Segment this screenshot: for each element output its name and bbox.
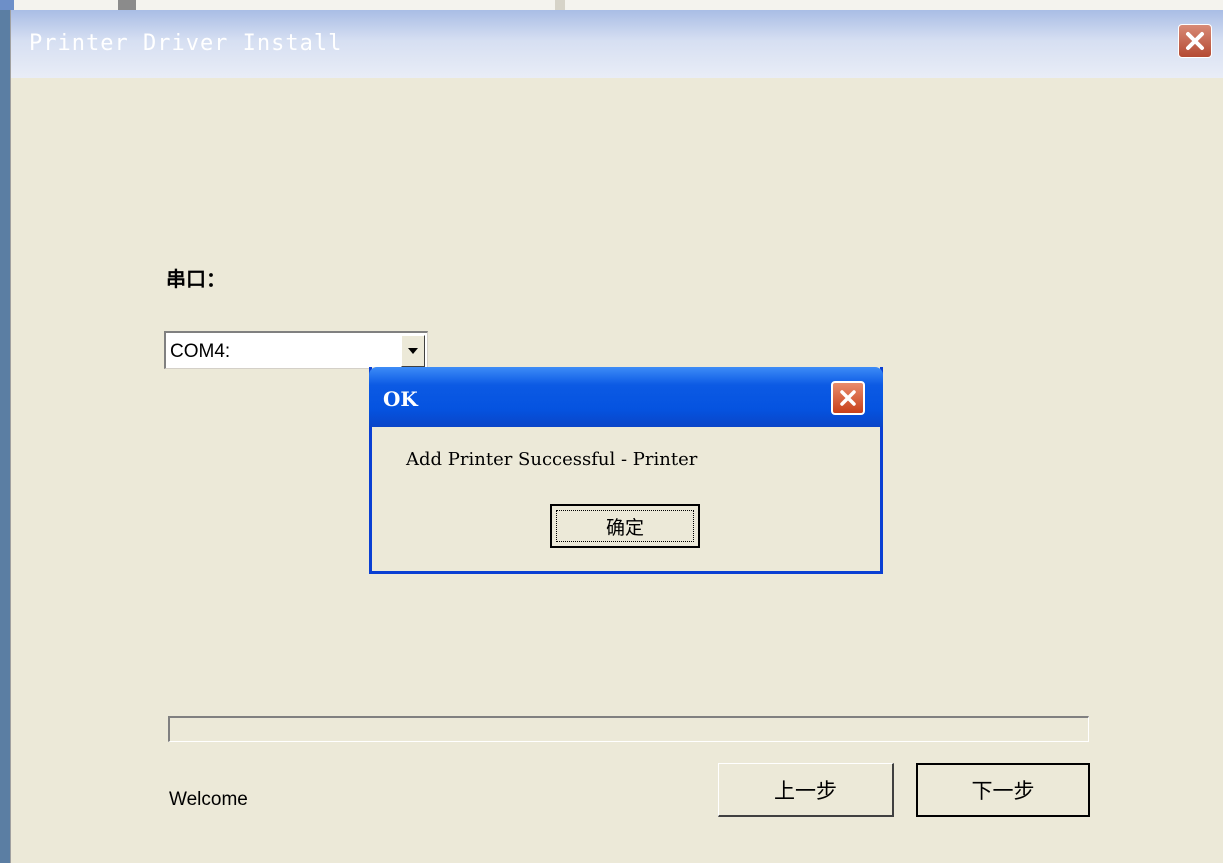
install-progress-bar [168,716,1089,742]
window-close-button[interactable] [1178,24,1212,58]
desktop-edge-dark [118,0,136,10]
window-titlebar[interactable]: Printer Driver Install [11,10,1223,78]
previous-button[interactable]: 上一步 [718,763,894,817]
next-button[interactable]: 下一步 [916,763,1090,817]
status-text: Welcome [169,789,248,810]
dialog-close-button[interactable] [831,381,865,415]
serial-port-label: 串口： [166,267,226,291]
desktop-edge [0,0,14,10]
close-icon [840,390,856,406]
dropdown-button[interactable] [401,335,425,367]
dialog-title: OK [383,387,418,411]
focus-rect [556,510,694,542]
ok-button[interactable]: 确定 [550,504,700,548]
desktop-edge-gray [555,0,565,10]
dialog-message: Add Printer Successful - Printer [406,449,698,470]
chevron-down-icon [408,348,418,354]
desktop-strip [0,0,1223,10]
serial-port-value: COM4: [170,341,231,362]
success-dialog: OK Add Printer Successful - Printer 确定 [369,367,883,574]
desktop-left-edge [0,10,10,863]
window-title: Printer Driver Install [29,31,343,56]
close-icon [1186,32,1204,50]
dialog-titlebar[interactable]: OK [369,367,883,427]
serial-port-select[interactable]: COM4: [164,331,428,369]
